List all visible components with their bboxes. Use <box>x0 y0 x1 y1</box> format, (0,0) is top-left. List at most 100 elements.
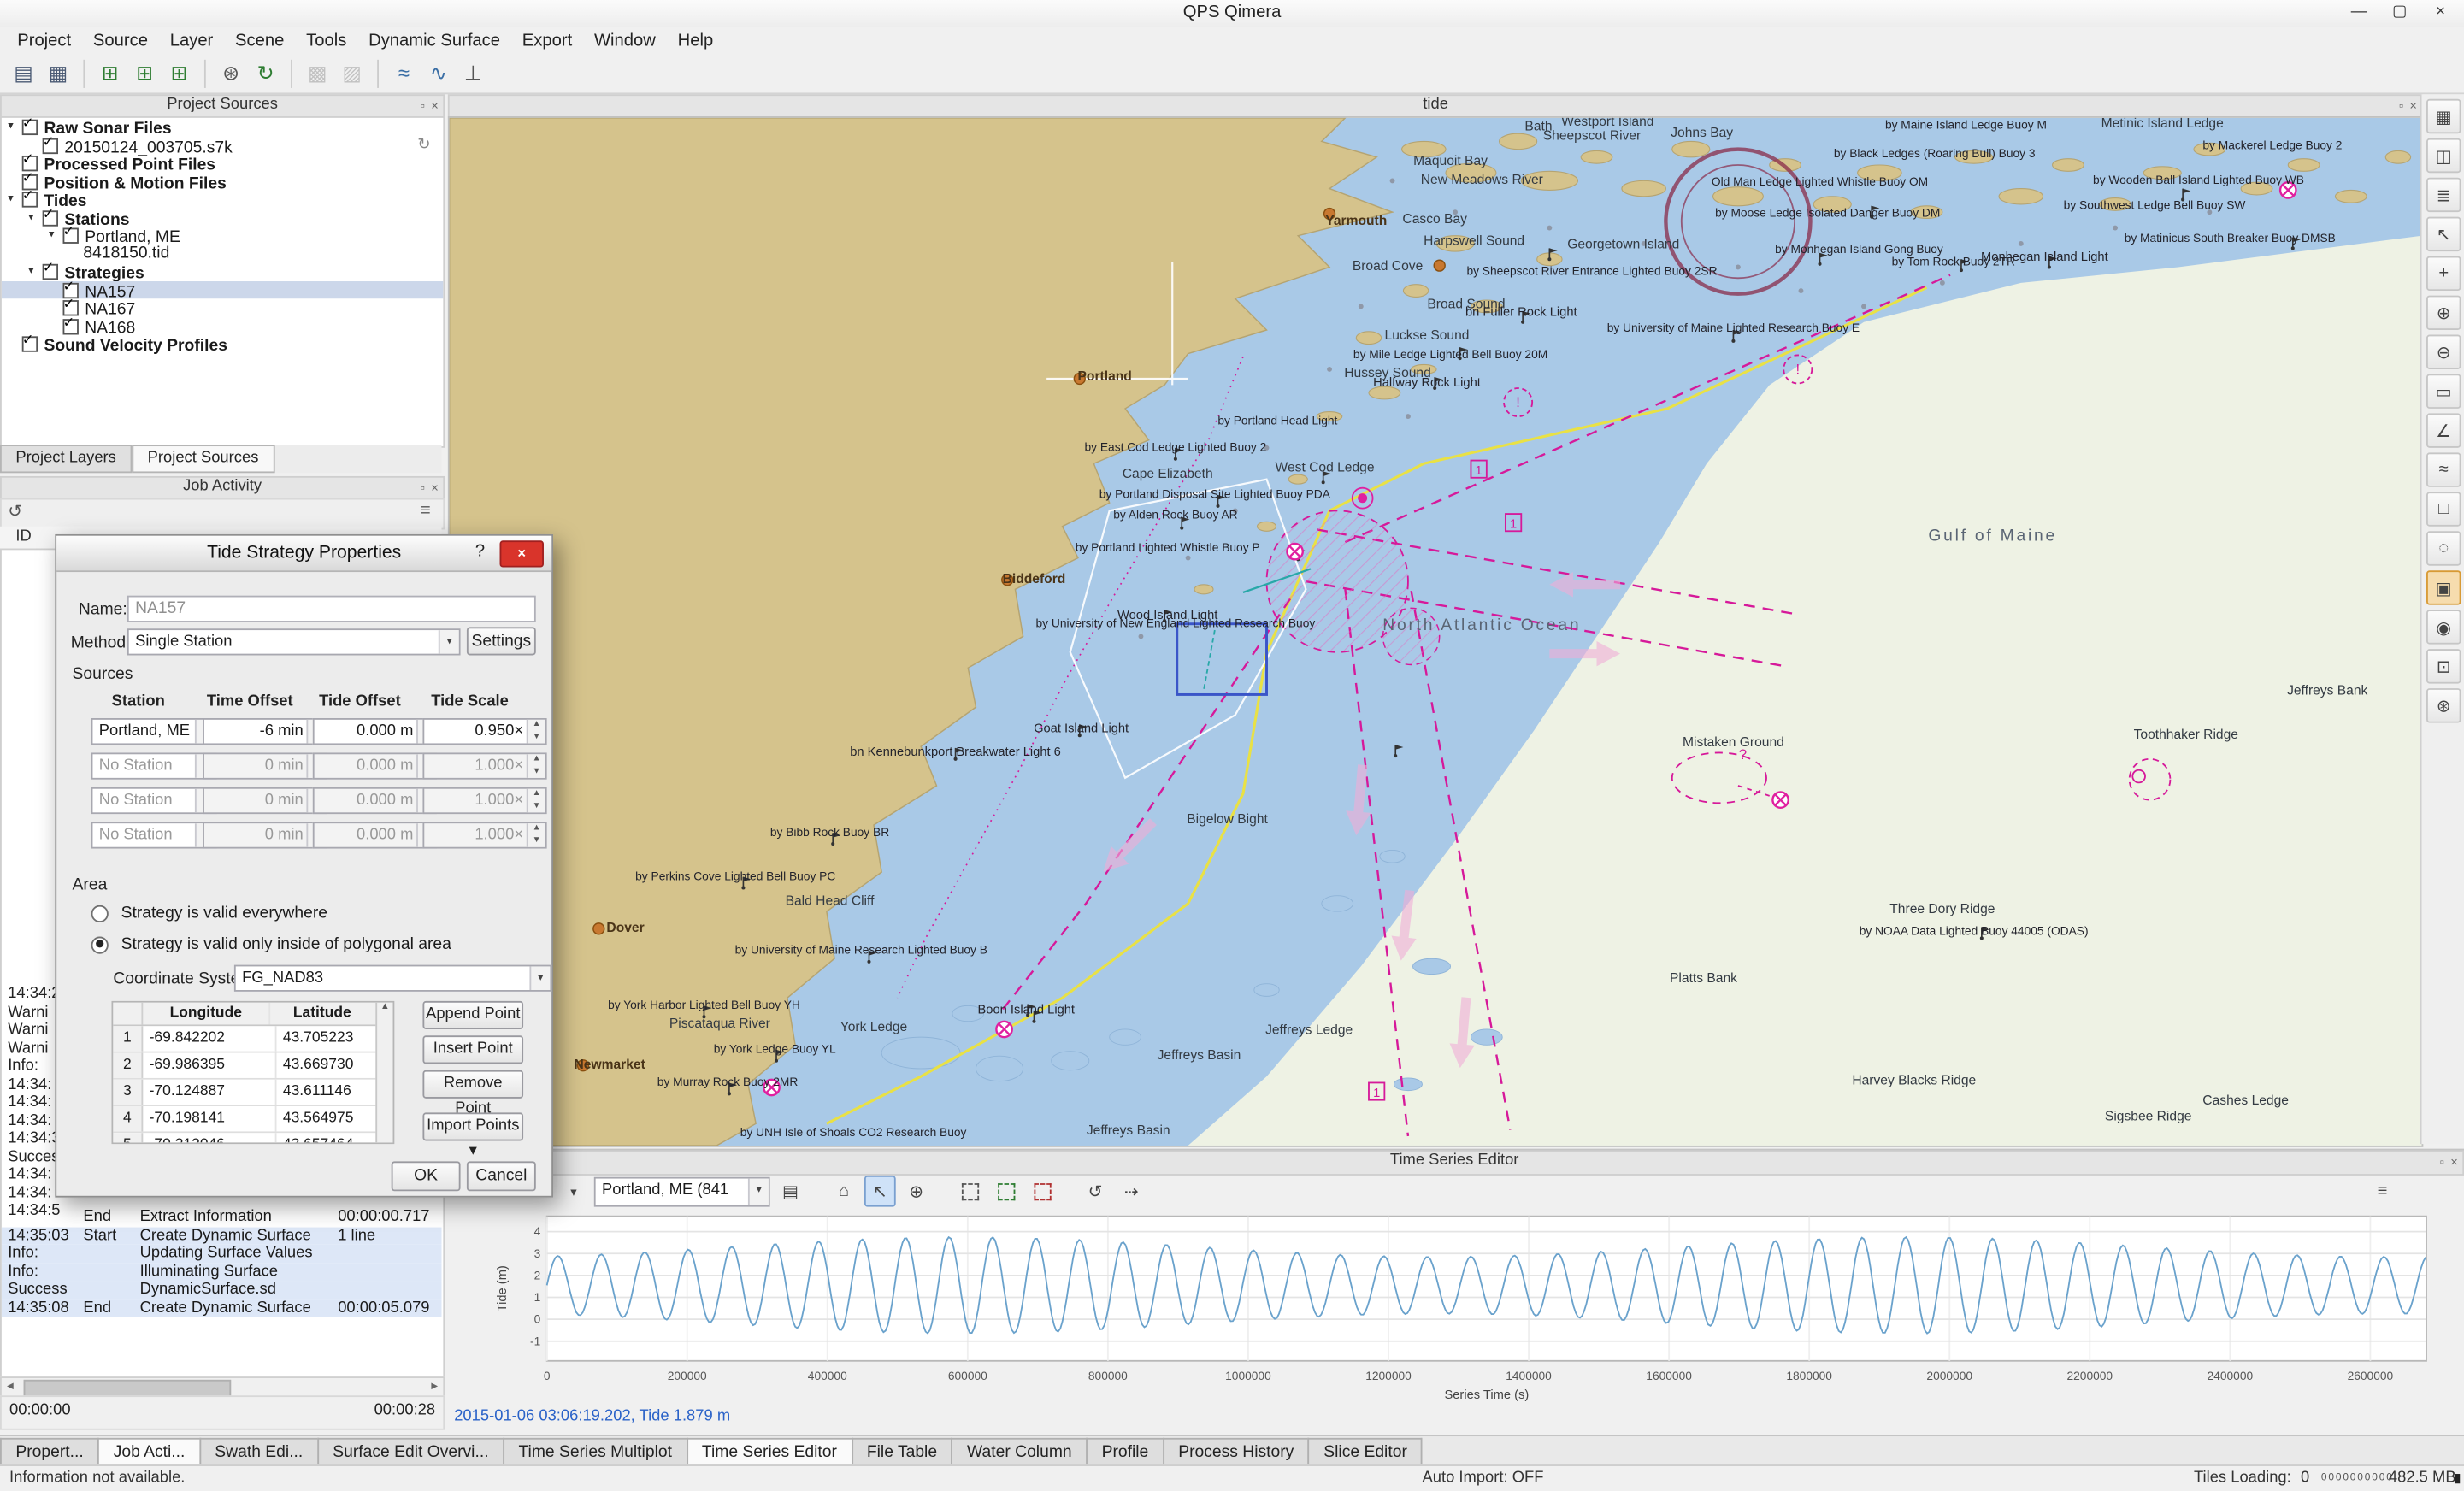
minimize-button[interactable]: — <box>2338 0 2379 27</box>
settings-button[interactable]: Settings <box>467 627 536 655</box>
select-rect-icon[interactable] <box>954 1176 986 1207</box>
checkbox-checked-icon[interactable] <box>22 120 38 135</box>
tab-profile[interactable]: Profile <box>1086 1438 1164 1466</box>
menu-help[interactable]: Help <box>667 31 724 50</box>
log-row[interactable]: Info:Updating Surface Values <box>2 1245 442 1263</box>
pointer-tool-icon[interactable]: ↖ <box>2426 217 2461 251</box>
method-combo[interactable]: Single Station▾ <box>127 628 461 655</box>
tab-project-sources[interactable]: Project Sources <box>132 445 274 473</box>
checkbox-checked-icon[interactable] <box>63 228 79 244</box>
add-processed-point-files-icon[interactable]: ⊞ <box>129 57 161 89</box>
checkbox-checked-icon[interactable] <box>22 192 38 207</box>
log-row[interactable]: SuccessDynamicSurface.sd <box>2 1281 442 1299</box>
station-dropdown-icon[interactable]: ▾ <box>558 1176 590 1207</box>
close-panel-icon[interactable]: × <box>431 97 439 116</box>
tree-item-portland-me[interactable]: ▾Portland, ME <box>2 227 444 245</box>
tab-project-layers[interactable]: Project Layers <box>0 445 132 473</box>
log-row[interactable]: Info:Illuminating Surface <box>2 1263 442 1281</box>
checkbox-checked-icon[interactable] <box>43 264 58 280</box>
tab-slice-editor[interactable]: Slice Editor <box>1308 1438 1423 1466</box>
tide-offset-spinner-row1[interactable]: 0.000 m▲▼ <box>313 718 437 745</box>
tree-item-raw-sonar-files[interactable]: ▾Raw Sonar Files <box>2 118 444 136</box>
undo-icon[interactable]: ↺ <box>8 501 22 522</box>
snapshot-icon[interactable]: ⊡ <box>2426 649 2461 683</box>
time-offset-spinner-row1[interactable]: -6 min▲▼ <box>203 718 327 745</box>
point-table-scrollbar[interactable]: ▲ <box>375 1003 392 1143</box>
tide-plot[interactable]: 0200000400000600000800000100000012000001… <box>487 1210 2436 1408</box>
menu-window[interactable]: Window <box>583 31 667 50</box>
tab-surface-edit-overvi[interactable]: Surface Edit Overvi... <box>317 1438 504 1466</box>
tree-item-tides[interactable]: ▾Tides <box>2 190 444 208</box>
menu-scene[interactable]: Scene <box>224 31 295 50</box>
view-settings-icon[interactable]: ⊛ <box>2426 688 2461 722</box>
split-view-icon[interactable]: ◫ <box>2426 138 2461 173</box>
append-point-button[interactable]: Append Point <box>422 1001 523 1029</box>
water-column-icon[interactable]: ≈ <box>388 57 420 89</box>
scroll-left-icon[interactable]: ◄ <box>5 1378 16 1395</box>
tree-expander-icon[interactable]: ▾ <box>49 227 63 245</box>
tree-item-sound-velocity-profiles[interactable]: Sound Velocity Profiles <box>2 335 444 353</box>
refresh-icon[interactable]: ↻ <box>250 57 281 89</box>
zoom-window-icon[interactable]: ▭ <box>2426 374 2461 408</box>
profile-tool-icon[interactable]: ≈ <box>2426 452 2461 486</box>
menu-tools[interactable]: Tools <box>295 31 357 50</box>
tree-item-position-motion-files[interactable]: Position & Motion Files <box>2 172 444 190</box>
overview-grid-icon[interactable]: ▦ <box>2426 99 2461 133</box>
tab-water-column[interactable]: Water Column <box>952 1438 1088 1466</box>
cancel-button[interactable]: Cancel <box>467 1161 536 1191</box>
close-panel-icon[interactable]: × <box>2450 1153 2458 1172</box>
polygon-point-row[interactable]: 1-69.84220243.705223 <box>113 1026 392 1052</box>
open-project-icon[interactable]: ▦ <box>43 57 74 89</box>
menu-source[interactable]: Source <box>82 31 159 50</box>
float-panel-icon[interactable]: ▫ <box>421 480 425 498</box>
select-lasso-icon[interactable]: ◌ <box>2426 531 2461 565</box>
checkbox-checked-icon[interactable] <box>43 209 58 225</box>
radio-valid-everywhere[interactable]: Strategy is valid everywhere <box>91 904 327 922</box>
tree-item-processed-point-files[interactable]: Processed Point Files <box>2 154 444 172</box>
polygon-point-row[interactable]: 4-70.19814143.564975 <box>113 1106 392 1133</box>
spin-down-icon[interactable]: ▼ <box>528 732 545 744</box>
tab-propert[interactable]: Propert... <box>0 1438 99 1466</box>
log-row[interactable]: EndExtract Information00:00:00.717 <box>2 1208 442 1226</box>
log-options-icon[interactable]: ≡ <box>421 501 431 520</box>
station-combo-row2[interactable]: No Station▾ <box>91 752 217 779</box>
dialog-close-icon[interactable]: × <box>500 540 544 567</box>
menu-export[interactable]: Export <box>511 31 583 50</box>
tree-item-20150124-003705-s7k[interactable]: 20150124_003705.s7k↻ <box>2 136 444 154</box>
menu-layer[interactable]: Layer <box>159 31 224 50</box>
ok-button[interactable]: OK <box>392 1161 461 1191</box>
pan-tool-icon[interactable]: + <box>2426 256 2461 291</box>
select-remove-icon[interactable] <box>1026 1176 1058 1207</box>
log-row[interactable]: 14:35:03StartCreate Dynamic Surface1 lin… <box>2 1227 442 1245</box>
add-raw-sonar-files-icon[interactable]: ⊞ <box>94 57 126 89</box>
add-position-motion-files-icon[interactable]: ⊞ <box>163 57 195 89</box>
tab-file-table[interactable]: File Table <box>851 1438 952 1466</box>
tab-time-series-multiplot[interactable]: Time Series Multiplot <box>503 1438 687 1466</box>
undo-icon[interactable]: ↺ <box>1080 1176 1111 1207</box>
close-panel-icon[interactable]: × <box>431 480 439 498</box>
zoom-in-icon[interactable]: ⊕ <box>2426 296 2461 330</box>
tree-item-na168[interactable]: NA168 <box>2 316 444 334</box>
polygon-point-row[interactable]: 3-70.12488743.611146 <box>113 1080 392 1106</box>
station-combo-row1[interactable]: Portland, ME▾ <box>91 718 217 745</box>
polygon-point-row[interactable]: 5-70.21204643.657464 <box>113 1133 392 1144</box>
tree-expander-icon[interactable]: ▾ <box>8 190 22 208</box>
radio-icon[interactable] <box>91 905 109 922</box>
log-row[interactable]: 14:35:08EndCreate Dynamic Surface00:00:0… <box>2 1299 442 1317</box>
tree-expander-icon[interactable]: ▾ <box>28 209 43 227</box>
pointer-tool-icon[interactable]: ↖ <box>864 1176 896 1207</box>
interpolate-icon[interactable]: ⇢ <box>1116 1176 1147 1207</box>
tab-swath-edi[interactable]: Swath Edi... <box>199 1438 319 1466</box>
help-icon[interactable]: ? <box>469 540 492 564</box>
measure-tool-icon[interactable]: ∠ <box>2426 413 2461 447</box>
layer-stack-icon[interactable]: ≣ <box>2426 178 2461 212</box>
checkbox-checked-icon[interactable] <box>63 318 79 333</box>
station-combo[interactable]: Portland, ME (841▾ <box>594 1176 770 1206</box>
spin-up-icon[interactable]: ▲ <box>528 720 545 732</box>
float-panel-icon[interactable]: ▫ <box>2399 97 2403 116</box>
spinner-buttons[interactable]: ▲▼ <box>527 720 545 744</box>
tree-item-8418150-tid[interactable]: 8418150.tid <box>2 245 444 262</box>
dialog-title-bar[interactable]: Tide Strategy Properties ? × <box>56 536 551 572</box>
menu-project[interactable]: Project <box>6 31 82 50</box>
station-combo-row4[interactable]: No Station▾ <box>91 822 217 848</box>
